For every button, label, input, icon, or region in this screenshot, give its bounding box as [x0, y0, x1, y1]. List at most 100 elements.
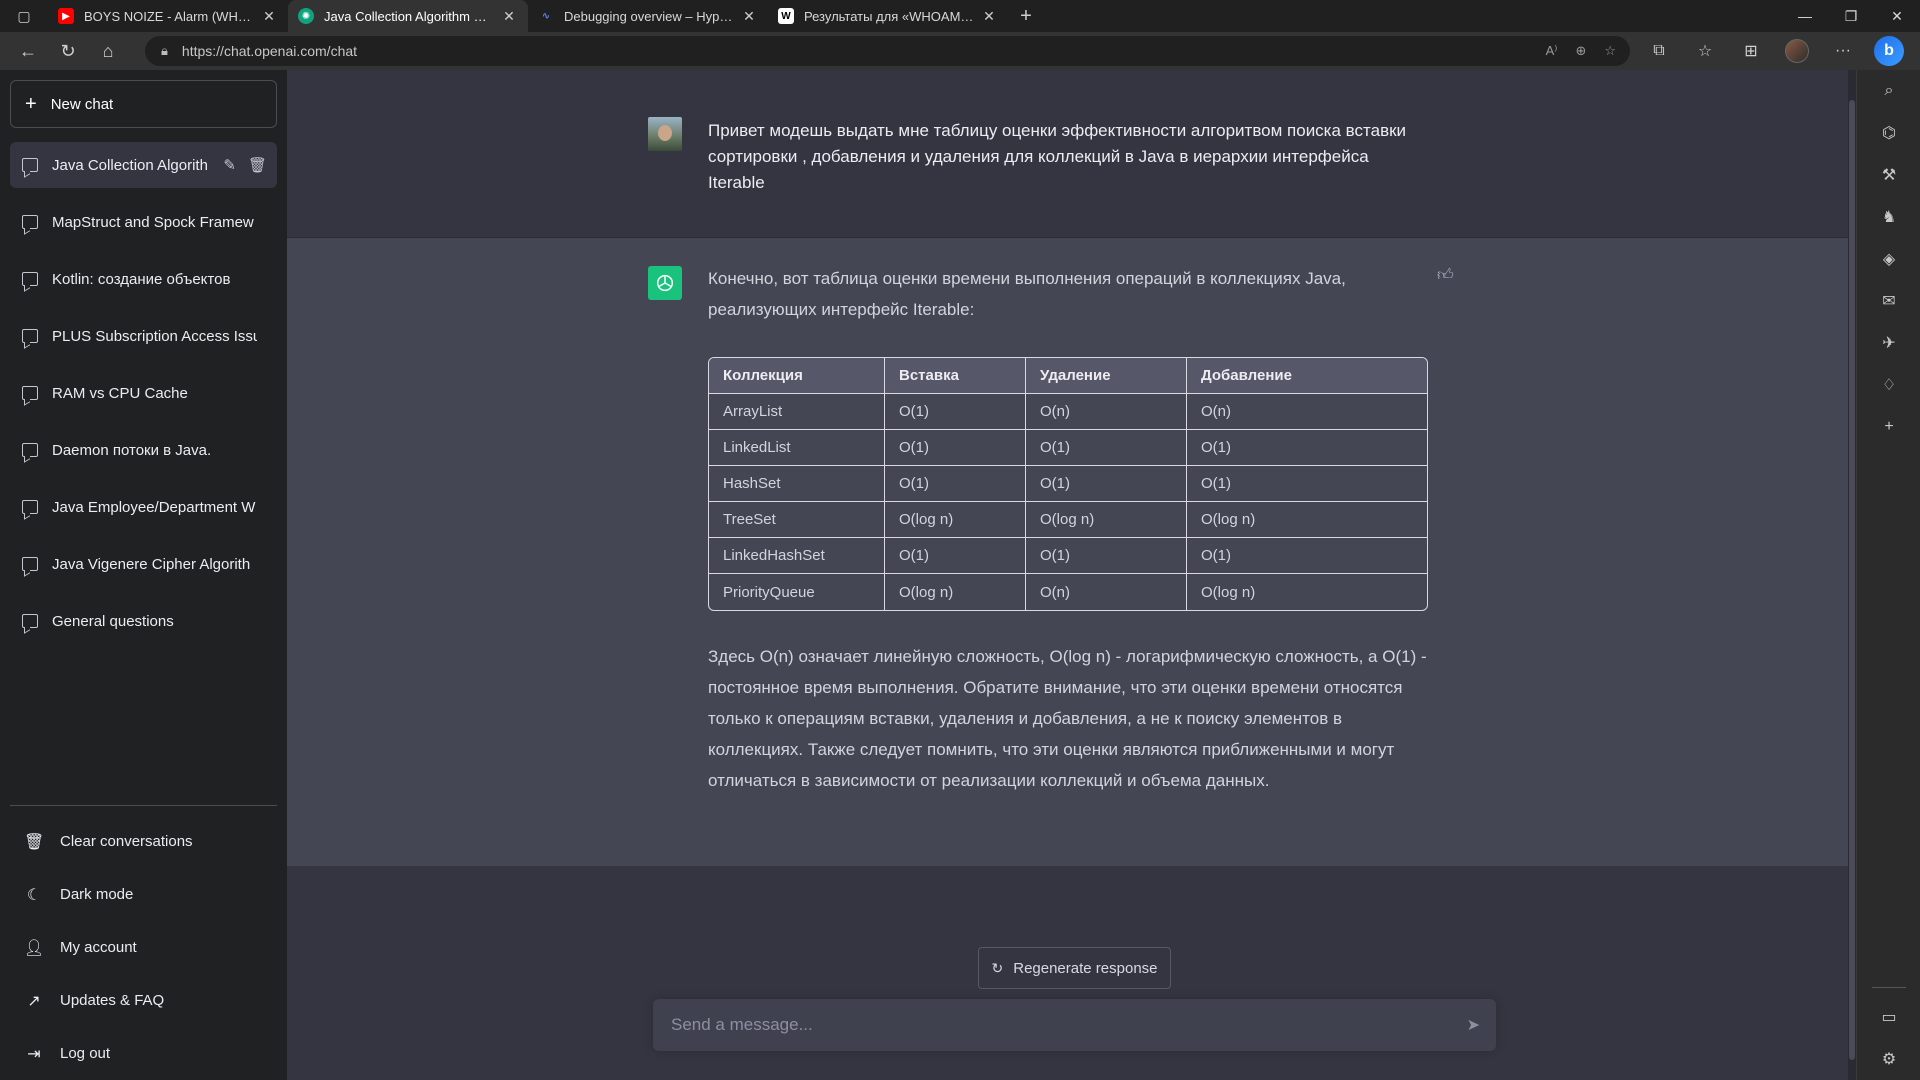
conversation-item[interactable]: Kotlin: создание объектов [10, 256, 277, 302]
close-tab-icon[interactable]: ✕ [740, 8, 758, 25]
table-header-cell: Удаление [1026, 358, 1187, 394]
my-account-button[interactable]: 👤︎ My account [10, 921, 277, 974]
edit-icon[interactable]: ✎ [223, 156, 236, 174]
log-out-button[interactable]: ⇥ Log out [10, 1027, 277, 1080]
games-icon[interactable]: ♞ [1857, 196, 1920, 238]
openai-icon: ✺ [298, 8, 314, 24]
tab-chatgpt[interactable]: ✺ Java Collection Algorithm Efficiency ✕ [288, 0, 528, 32]
close-window-icon[interactable]: ✕ [1874, 0, 1920, 32]
scrollbar-thumb[interactable] [1849, 100, 1855, 1060]
conversation-label: Java Collection Algorith [52, 156, 207, 174]
split-view-icon[interactable]: ▭ [1857, 996, 1920, 1038]
chat-bubble-icon [22, 158, 38, 172]
table-row: PriorityQueue O(log n) O(n) O(log n) [709, 574, 1427, 610]
conversation-item[interactable]: Java Collection Algorith ✎ 🗑︎ [10, 142, 277, 188]
table-cell: LinkedList [709, 430, 885, 466]
table-cell: O(1) [1026, 538, 1187, 574]
favorites-icon[interactable]: ☆ [1686, 32, 1724, 70]
table-cell: O(log n) [885, 502, 1026, 538]
browser-toolbar: ⧉ ☆ ⊞ ··· b [1640, 32, 1908, 70]
conversation-list: Java Collection Algorith ✎ 🗑︎ MapStruct … [10, 142, 277, 655]
clear-conversations-button[interactable]: 🗑︎ Clear conversations [10, 815, 277, 868]
search-icon[interactable]: ⌕ [1857, 70, 1920, 112]
tab-hyperskill[interactable]: ∿ Debugging overview – Hyperskill ✕ [528, 0, 768, 32]
wikipedia-icon: W [778, 8, 794, 24]
send-icon[interactable]: ✈ [1857, 322, 1920, 364]
lock-icon[interactable]: 🔒︎ [161, 43, 168, 59]
tab-actions-icon[interactable]: ▢ [0, 0, 48, 32]
read-aloud-icon[interactable]: A⁾ [1546, 43, 1558, 59]
conversation-item[interactable]: Java Employee/Department W [10, 484, 277, 530]
minimize-icon[interactable]: — [1782, 0, 1828, 32]
updates-faq-link[interactable]: ↗ Updates & FAQ [10, 974, 277, 1027]
conversation-item[interactable]: MapStruct and Spock Framew [10, 199, 277, 245]
new-chat-button[interactable]: + New chat [10, 80, 277, 128]
conversation-label: PLUS Subscription Access Issu [52, 327, 257, 345]
table-header-cell: Вставка [885, 358, 1026, 394]
conversation-item[interactable]: PLUS Subscription Access Issu [10, 313, 277, 359]
youtube-icon: ▶ [58, 8, 74, 24]
table-header-row: Коллекция Вставка Удаление Добавление [709, 358, 1427, 394]
avatar [648, 117, 682, 151]
settings-icon[interactable]: ⚙ [1857, 1038, 1920, 1080]
bing-copilot-icon[interactable]: b [1870, 32, 1908, 70]
edge-sidebar: ⌕ ⌬ ⚒ ♞ ◈ ✉ ✈ ♢ + ▭ ⚙ [1856, 70, 1920, 1080]
chat-bubble-icon [22, 557, 38, 571]
drop-icon[interactable]: ♢ [1857, 364, 1920, 406]
scrollbar[interactable] [1848, 70, 1856, 1080]
table-cell: O(1) [1026, 466, 1187, 502]
complexity-table: Коллекция Вставка Удаление Добавление Ar… [708, 357, 1428, 611]
conversation-label: Daemon потоки в Java. [52, 441, 212, 459]
close-tab-icon[interactable]: ✕ [500, 8, 518, 25]
outlook-icon[interactable]: ✉ [1857, 280, 1920, 322]
more-menu-icon[interactable]: ··· [1824, 32, 1862, 70]
tools-icon[interactable]: ⚒ [1857, 154, 1920, 196]
close-tab-icon[interactable]: ✕ [980, 8, 998, 25]
dark-mode-button[interactable]: ☾ Dark mode [10, 868, 277, 921]
tab-bing[interactable]: W Результаты для «WHOAMI» — Bing ✕ [768, 0, 1008, 32]
message-input[interactable] [671, 1015, 1431, 1035]
delete-icon[interactable]: 🗑︎ [248, 156, 267, 174]
table-cell: LinkedHashSet [709, 538, 885, 574]
sidebar-footer-label: Updates & FAQ [60, 992, 165, 1009]
refresh-icon[interactable]: ↻ [48, 32, 88, 70]
table-header-cell: Коллекция [709, 358, 885, 394]
tab-title: Результаты для «WHOAMI» — Bing [804, 8, 974, 24]
thumbs-up-icon[interactable]: 👍︎ [1437, 266, 1454, 285]
conversation-item[interactable]: Daemon потоки в Java. [10, 427, 277, 473]
table-cell: O(1) [885, 394, 1026, 430]
favorite-add-icon[interactable]: ☆ [1604, 43, 1616, 59]
zoom-icon[interactable]: ⊕ [1575, 43, 1586, 59]
plus-icon: + [25, 92, 37, 115]
regenerate-response-button[interactable]: ↻ Regenerate response [978, 947, 1171, 989]
conversation-item[interactable]: General questions [10, 598, 277, 644]
table-header-cell: Добавление [1187, 358, 1427, 394]
profile-avatar[interactable] [1778, 32, 1816, 70]
home-icon[interactable]: ⌂ [88, 32, 128, 70]
table-cell: TreeSet [709, 502, 885, 538]
chat-bubble-icon [22, 272, 38, 286]
tab-youtube[interactable]: ▶ BOYS NOIZE - Alarm (WHO AM I) ✕ [48, 0, 288, 32]
office-icon[interactable]: ◈ [1857, 238, 1920, 280]
url-field[interactable]: 🔒︎ https://chat.openai.com/chat A⁾ ⊕ ☆ [145, 36, 1630, 66]
conversation-label: MapStruct and Spock Framew [52, 213, 254, 231]
shopping-tag-icon[interactable]: ⌬ [1857, 112, 1920, 154]
sidebar-footer-label: My account [60, 939, 137, 956]
url-text: https://chat.openai.com/chat [181, 43, 358, 59]
trash-icon: 🗑︎ [24, 833, 45, 851]
new-tab-button[interactable]: + [1008, 0, 1044, 32]
back-icon[interactable]: ← [8, 32, 48, 70]
add-icon[interactable]: + [1857, 406, 1920, 448]
extensions-icon[interactable]: ⧉ [1640, 32, 1678, 70]
table-cell: O(1) [1187, 430, 1427, 466]
table-cell: PriorityQueue [709, 574, 885, 610]
collections-icon[interactable]: ⊞ [1732, 32, 1770, 70]
send-icon[interactable]: ➤ [1467, 1015, 1480, 1035]
conversation-item[interactable]: Java Vigenere Cipher Algorith [10, 541, 277, 587]
close-tab-icon[interactable]: ✕ [260, 8, 278, 25]
table-cell: O(1) [1187, 466, 1427, 502]
restore-icon[interactable]: ❐ [1828, 0, 1874, 32]
conversation-item[interactable]: RAM vs CPU Cache [10, 370, 277, 416]
openai-icon [648, 266, 682, 300]
sidebar-footer-label: Clear conversations [60, 833, 193, 850]
